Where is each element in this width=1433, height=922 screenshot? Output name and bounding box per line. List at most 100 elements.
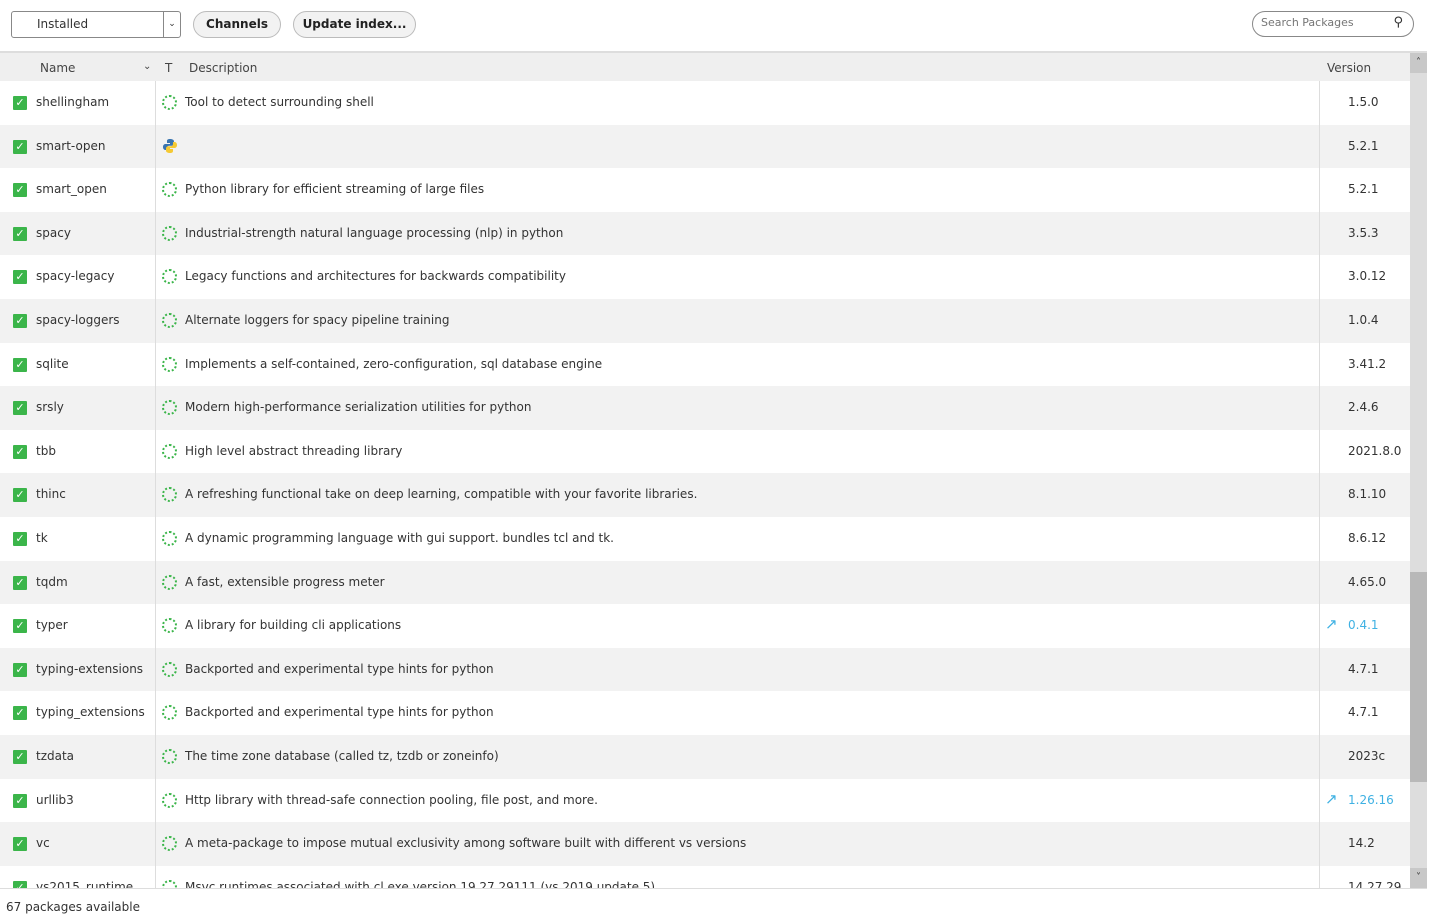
column-version[interactable]: Version [1327, 61, 1371, 75]
package-list: ✓ shellingham Tool to detect surrounding… [0, 81, 1410, 888]
table-row[interactable]: ✓ smart-open 5.2.1 [0, 124, 1410, 169]
column-description[interactable]: Description [189, 61, 257, 75]
column-type[interactable]: T [165, 61, 172, 75]
scroll-up-icon[interactable]: ˄ [1410, 53, 1427, 73]
table-row[interactable]: ✓ tbb High level abstract threading libr… [0, 429, 1410, 474]
table-row[interactable]: ✓ tzdata The time zone database (called … [0, 734, 1410, 779]
scrollbar-thumb[interactable] [1410, 572, 1427, 782]
package-version: 8.6.12 [1348, 530, 1387, 545]
installed-checkbox[interactable]: ✓ [13, 226, 27, 241]
table-row[interactable]: ✓ urllib3 Http library with thread-safe … [0, 778, 1410, 823]
installed-checkbox[interactable]: ✓ [13, 401, 27, 416]
installed-checkbox[interactable]: ✓ [13, 139, 27, 154]
package-name: typing_extensions [36, 705, 145, 720]
search-icon[interactable]: ⚲ [1393, 15, 1403, 30]
vertical-scrollbar[interactable]: ˄ ˅ [1410, 51, 1427, 888]
conda-ring-icon [162, 748, 177, 764]
package-description: Alternate loggers for spacy pipeline tra… [185, 312, 450, 327]
package-version: 14.2 [1348, 836, 1375, 851]
package-name: smart_open [36, 182, 107, 197]
update-index-button[interactable]: Update index... [293, 11, 416, 38]
installed-checkbox[interactable]: ✓ [13, 444, 27, 459]
conda-ring-icon [162, 661, 177, 677]
package-version: 3.41.2 [1348, 356, 1387, 371]
table-row[interactable]: ✓ tk A dynamic programming language with… [0, 516, 1410, 561]
chevron-down-icon[interactable]: ⌄ [163, 12, 180, 37]
package-count: 67 packages available [6, 900, 140, 914]
package-version: 2023c [1348, 748, 1386, 763]
conda-ring-icon [162, 225, 177, 241]
installed-checkbox[interactable]: ✓ [13, 96, 27, 110]
channels-button[interactable]: Channels [193, 11, 281, 38]
package-description: Modern high-performance serialization ut… [185, 400, 532, 415]
package-name: spacy [36, 225, 71, 240]
package-name: tbb [36, 443, 56, 458]
conda-ring-icon [162, 269, 177, 285]
package-version: 3.5.3 [1348, 225, 1379, 240]
package-name: vc [36, 836, 50, 851]
update-arrow-icon[interactable]: ↗ [1325, 790, 1338, 808]
package-version: 5.2.1 [1348, 182, 1379, 197]
installed-checkbox[interactable]: ✓ [13, 619, 27, 634]
installed-checkbox[interactable]: ✓ [13, 575, 27, 590]
environment-filter-select[interactable]: Installed ⌄ [11, 11, 181, 38]
table-row[interactable]: ✓ vc A meta-package to impose mutual exc… [0, 822, 1410, 866]
table-row[interactable]: ✓ srsly Modern high-performance serializ… [0, 386, 1410, 430]
table-row[interactable]: ✓ smart_open Python library for efficien… [0, 168, 1410, 212]
table-row[interactable]: ✓ shellingham Tool to detect surrounding… [0, 81, 1410, 125]
package-version[interactable]: 1.26.16 [1348, 793, 1394, 807]
installed-checkbox[interactable]: ✓ [13, 531, 27, 546]
package-version: 2021.8.0 [1348, 443, 1402, 458]
installed-checkbox[interactable]: ✓ [13, 706, 27, 721]
table-row[interactable]: ✓ spacy-legacy Legacy functions and arch… [0, 255, 1410, 299]
installed-checkbox[interactable]: ✓ [13, 488, 27, 503]
package-version: 14.27.29 [1348, 879, 1402, 888]
installed-checkbox[interactable]: ✓ [13, 313, 27, 328]
package-version[interactable]: 0.4.1 [1348, 618, 1379, 632]
table-row[interactable]: ✓ tqdm A fast, extensible progress meter… [0, 560, 1410, 605]
package-name: typing-extensions [36, 661, 144, 676]
table-row[interactable]: ✓ spacy Industrial-strength natural lang… [0, 211, 1410, 256]
table-row[interactable]: ✓ vs2015_runtime Msvc runtimes associate… [0, 865, 1410, 888]
installed-checkbox[interactable]: ✓ [13, 793, 27, 808]
conda-ring-icon [162, 836, 177, 852]
package-description: A meta-package to impose mutual exclusiv… [185, 836, 747, 851]
installed-checkbox[interactable]: ✓ [13, 662, 27, 677]
package-name: tzdata [36, 748, 75, 763]
column-name[interactable]: Name [40, 61, 75, 75]
installed-checkbox[interactable]: ✓ [13, 270, 27, 285]
package-description: Python library for efficient streaming o… [185, 182, 485, 197]
table-row[interactable]: ✓ typer A library for building cli appli… [0, 604, 1410, 648]
table-row[interactable]: ✓ spacy-loggers Alternate loggers for sp… [0, 298, 1410, 343]
conda-ring-icon [162, 487, 177, 503]
package-version: 4.7.1 [1348, 705, 1379, 720]
package-description: The time zone database (called tz, tzdb … [185, 748, 499, 763]
update-arrow-icon[interactable]: ↗ [1325, 615, 1338, 633]
installed-checkbox[interactable]: ✓ [13, 880, 27, 888]
installed-checkbox[interactable]: ✓ [13, 357, 27, 372]
package-name: smart-open [36, 138, 106, 153]
package-name: typer [36, 618, 68, 633]
scroll-down-icon[interactable]: ˅ [1410, 868, 1427, 888]
package-name: vs2015_runtime [36, 879, 134, 888]
search-box[interactable]: ⚲ [1252, 11, 1414, 37]
package-name: sqlite [36, 356, 69, 371]
package-description: A library for building cli applications [185, 618, 402, 633]
python-icon [163, 138, 177, 153]
search-input[interactable] [1261, 16, 1381, 29]
package-version: 2.4.6 [1348, 400, 1379, 415]
table-row[interactable]: ✓ thinc A refreshing functional take on … [0, 473, 1410, 517]
package-description: A fast, extensible progress meter [185, 574, 385, 589]
package-description: Backported and experimental type hints f… [185, 661, 494, 676]
installed-checkbox[interactable]: ✓ [13, 749, 27, 764]
package-version: 3.0.12 [1348, 269, 1387, 284]
table-row[interactable]: ✓ typing-extensions Backported and exper… [0, 647, 1410, 692]
conda-ring-icon [162, 182, 177, 198]
package-description: Tool to detect surrounding shell [185, 95, 374, 109]
divider [155, 81, 156, 888]
sort-chevron-icon[interactable]: ⌄ [143, 61, 151, 72]
installed-checkbox[interactable]: ✓ [13, 837, 27, 852]
table-row[interactable]: ✓ typing_extensions Backported and exper… [0, 691, 1410, 735]
installed-checkbox[interactable]: ✓ [13, 183, 27, 198]
table-row[interactable]: ✓ sqlite Implements a self-contained, ze… [0, 342, 1410, 387]
